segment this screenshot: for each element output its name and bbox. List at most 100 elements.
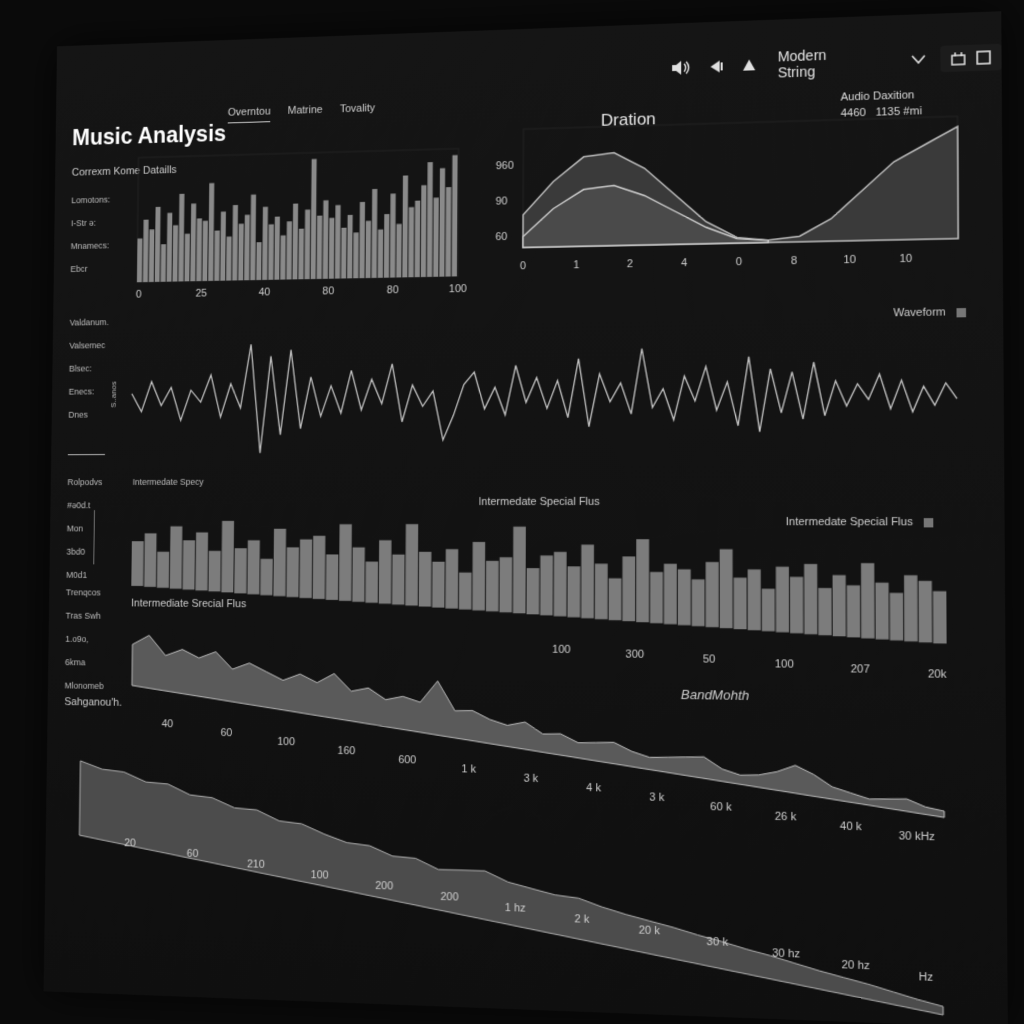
details-bar: [340, 227, 347, 279]
flux-tick-label: 100: [552, 643, 570, 656]
flux-bar: [875, 582, 889, 640]
waveform-chart: [131, 335, 957, 454]
frequency-spectrum-area: [77, 761, 943, 1015]
duration-tick-label: 2: [627, 258, 633, 270]
spectrum-tick-label: 30 k: [707, 936, 729, 949]
flux-bar: [526, 568, 540, 615]
details-spectrum-chart: 0 25 40 80 80 100: [136, 148, 467, 301]
bandwidth-tick-label: 1 k: [461, 763, 476, 776]
flux-bar: [273, 528, 287, 597]
details-bar: [304, 209, 311, 280]
flux-bar: [498, 556, 512, 612]
flux-bar: [932, 591, 947, 644]
spectral-flux-chart: 100 300 50 100 207 20k: [131, 520, 947, 681]
details-bar: [226, 236, 232, 281]
details-bar: [172, 225, 179, 282]
details-bar: [371, 188, 378, 278]
flux-bar: [540, 555, 553, 616]
details-bar: [328, 217, 335, 279]
flux-bar: [608, 578, 622, 621]
spectrum-tick-label: 20: [124, 837, 136, 849]
details-bar: [451, 155, 458, 277]
flux-bar: [904, 575, 918, 642]
bandwidth-tick-label: 100: [277, 736, 295, 749]
details-bar: [208, 183, 215, 281]
flux-bar: [705, 561, 719, 628]
flux-bar: [234, 548, 247, 594]
flux-bar: [804, 563, 818, 635]
details-tick-label: 100: [449, 283, 467, 295]
flux-bar: [472, 542, 486, 611]
flux-bar: [182, 540, 196, 590]
flux-bar: [761, 588, 775, 632]
duration-tick-label: 10: [843, 254, 856, 267]
flux-bar: [221, 520, 235, 593]
details-bar: [202, 220, 208, 282]
flux-bar: [553, 551, 567, 617]
flux-bar: [918, 580, 933, 643]
flux-bar: [458, 572, 472, 610]
details-bar: [347, 214, 353, 279]
details-bar: [160, 244, 167, 282]
flux-bar: [418, 551, 432, 607]
details-bar: [136, 238, 143, 283]
flux-bar: [392, 554, 405, 605]
bandwidth-tick-label: 26 k: [775, 810, 797, 823]
details-bar: [190, 203, 197, 282]
duration-tick-label: 4: [681, 257, 687, 269]
bandwidth-tick-label: 3 k: [524, 772, 539, 785]
details-bar: [238, 223, 244, 281]
spectrum-tick-label: 20 k: [639, 924, 661, 937]
flux-bar: [775, 566, 790, 633]
flux-bar: [846, 585, 861, 638]
flux-tick-label: 100: [775, 658, 794, 671]
bandwidth-tick-label: 40: [161, 718, 173, 730]
bandwidth-tick-label: 60: [221, 727, 233, 739]
flux-bar: [860, 563, 875, 639]
bandwidth-tick-label: 3 k: [649, 791, 665, 804]
details-bar: [286, 221, 292, 280]
charts-layer: 0 25 40 80 80 100 96090600 1 2 4 0 8 10 10 100 300 50 1…: [44, 11, 1008, 1024]
flux-bar: [832, 575, 846, 637]
flux-bar: [691, 579, 705, 627]
duration-tick-label: 10: [899, 252, 912, 265]
waveform-line: [131, 335, 957, 454]
bandwidth-tick-label: 60 k: [710, 801, 732, 814]
flux-bar: [338, 524, 352, 601]
flux-bar: [195, 532, 209, 591]
details-bar: [310, 158, 317, 280]
details-tick-label: 80: [322, 285, 334, 297]
details-bar: [262, 206, 268, 280]
frequency-spectrum-chart: 20 60 210 100 200 200 1 hz 2 k 20 k 30 k 30 hz 20 h…: [77, 761, 943, 1015]
details-bar: [316, 215, 323, 279]
details-tick-label: 0: [136, 289, 142, 301]
details-bar: [178, 193, 185, 282]
bandwidth-tick-label: 600: [398, 754, 416, 767]
details-bar: [166, 212, 173, 282]
flux-bar: [131, 541, 144, 586]
duration-y-tick-label: 60: [495, 231, 507, 243]
flux-bar: [650, 571, 663, 624]
flux-bar: [169, 526, 183, 589]
flux-bar: [733, 577, 747, 630]
details-bar: [402, 175, 409, 278]
duration-y-tick-label: 90: [496, 195, 508, 207]
details-bar: [244, 214, 250, 281]
flux-bar: [789, 576, 804, 634]
details-tick-label: 40: [259, 286, 271, 298]
details-bar: [292, 203, 299, 280]
details-bar: [142, 219, 149, 283]
details-bar: [256, 242, 262, 281]
details-bar: [334, 205, 341, 279]
details-bar: [148, 229, 155, 283]
flux-bar: [312, 535, 326, 600]
flux-bar: [445, 549, 459, 609]
details-bar: [250, 194, 257, 281]
details-bar: [439, 168, 446, 277]
details-bar: [280, 235, 286, 280]
duration-tick-label: 0: [520, 260, 526, 272]
duration-tick-label: 8: [791, 255, 797, 268]
flux-tick-label: 300: [626, 648, 645, 661]
flux-bar: [719, 549, 733, 629]
details-bar: [274, 216, 280, 280]
